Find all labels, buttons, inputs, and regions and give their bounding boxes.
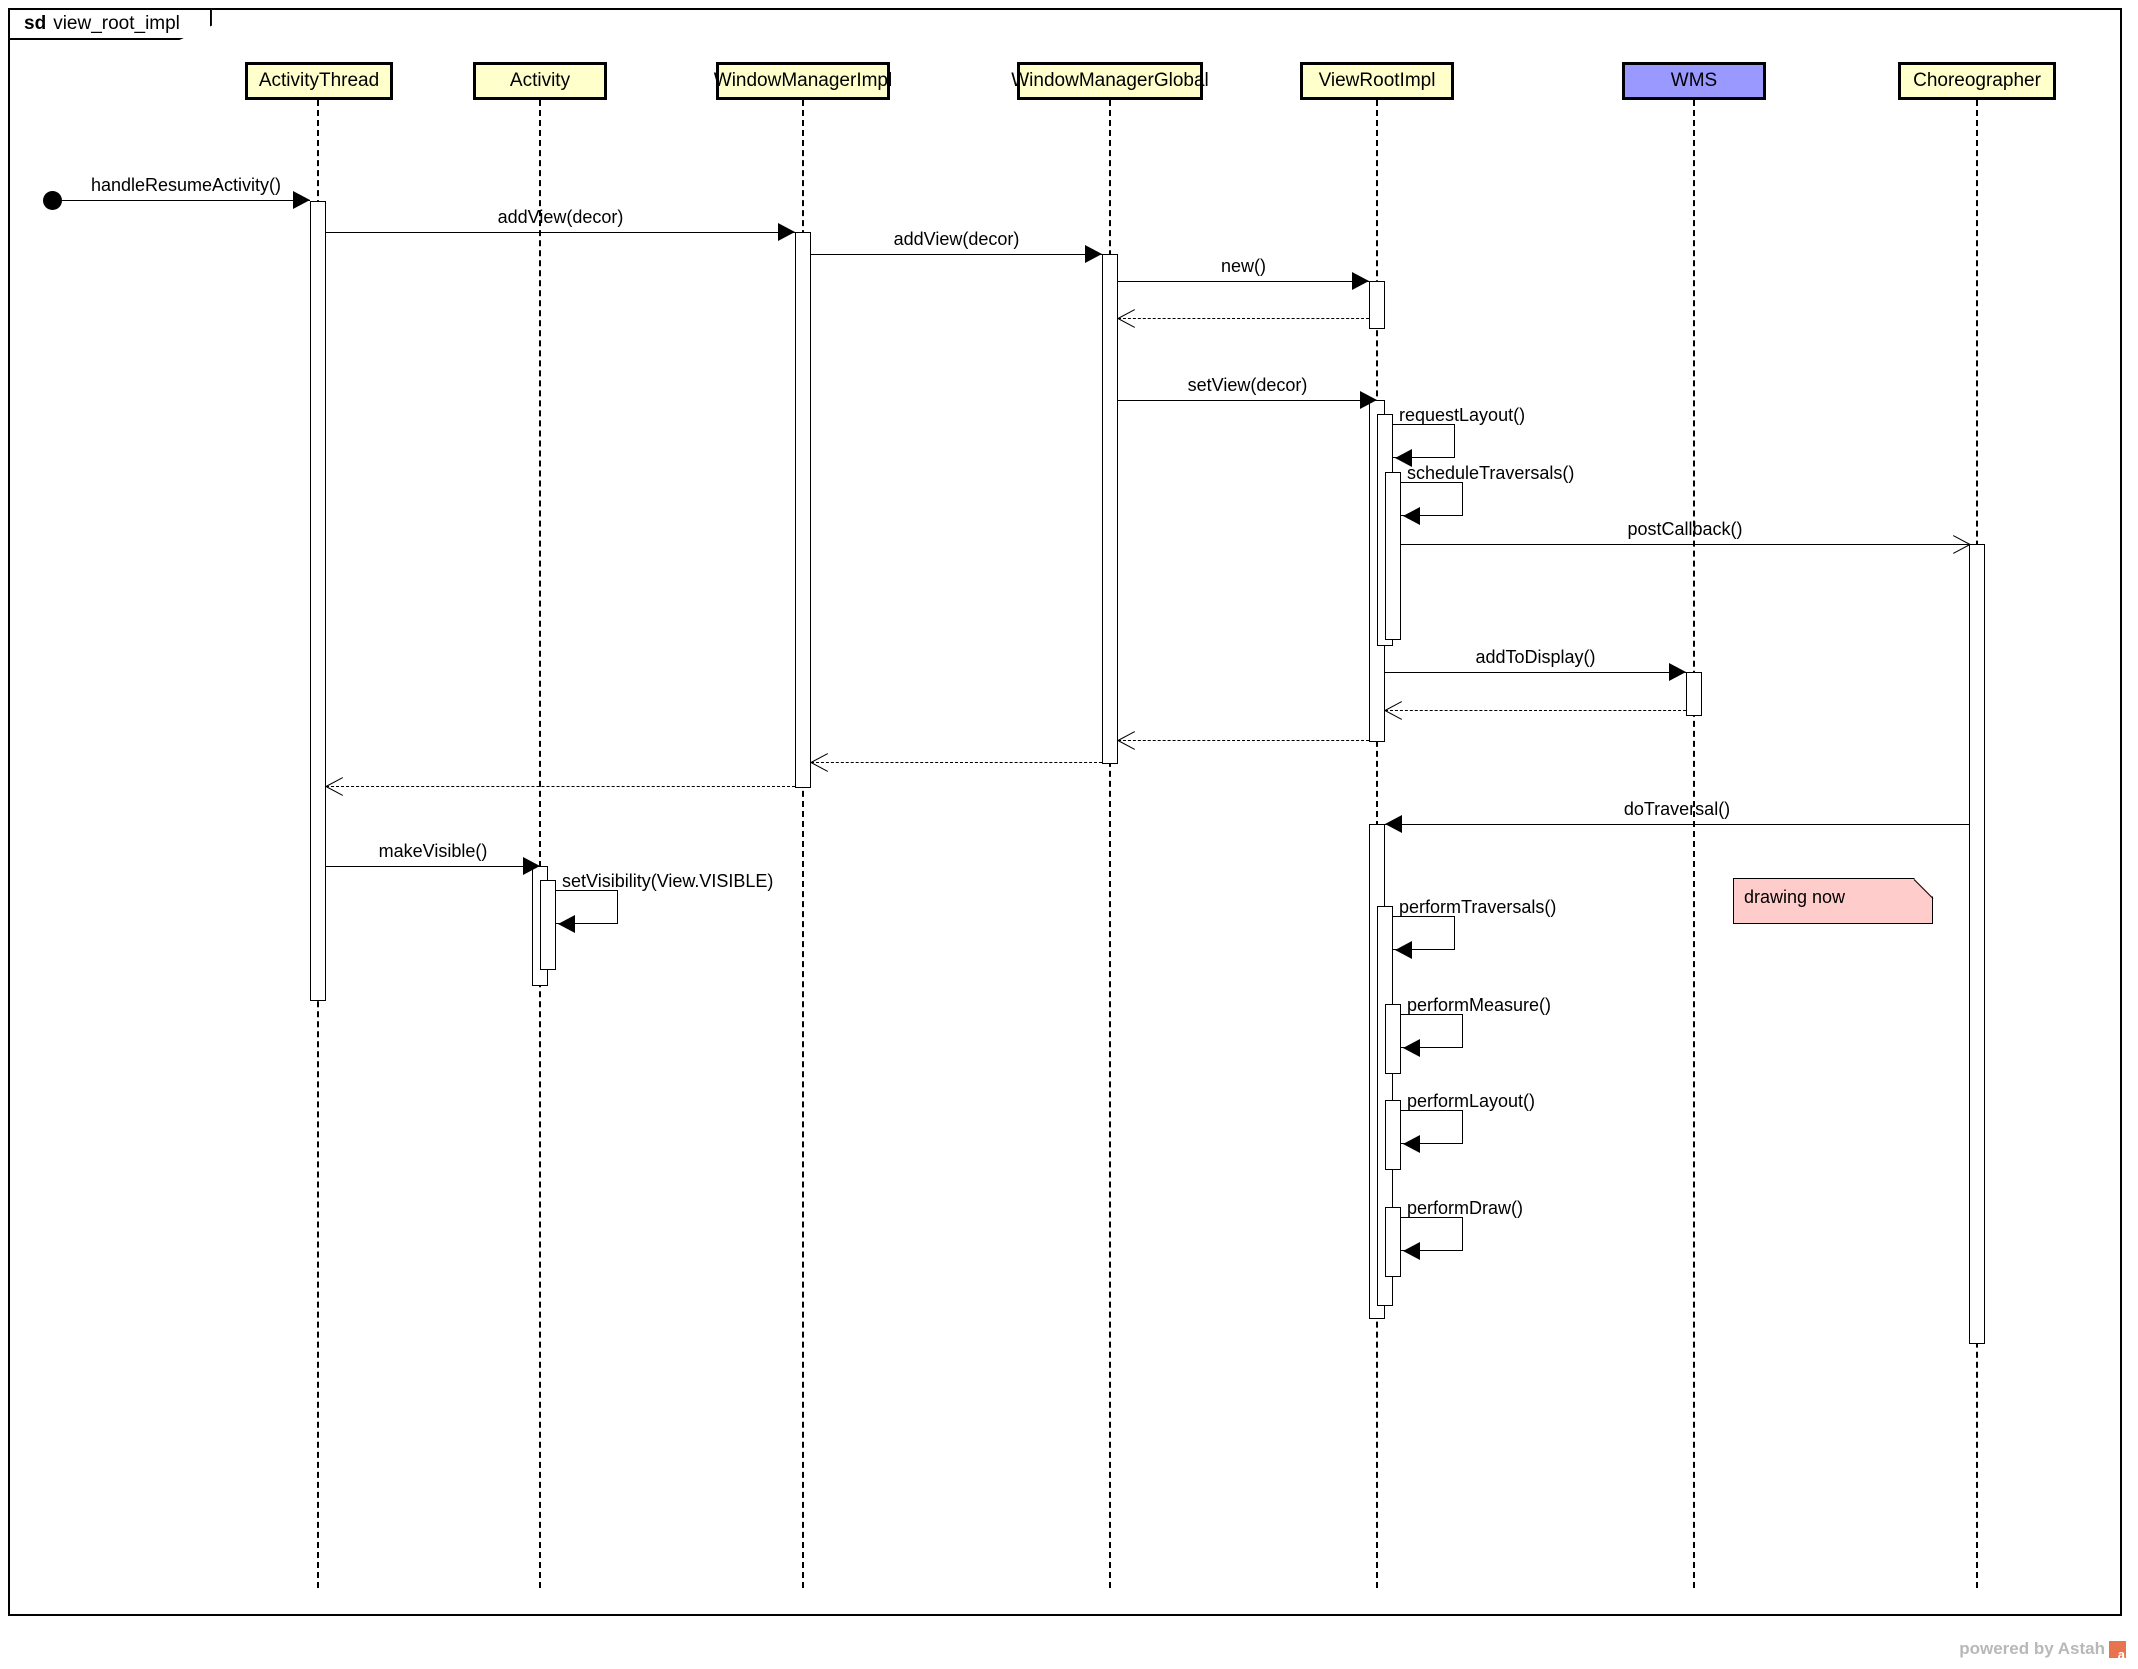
lifeline-head-viewrootimpl[interactable]: ViewRootImpl — [1300, 62, 1454, 100]
sequence-diagram-canvas: sd view_root_impl ActivityThread Activity… — [0, 0, 2138, 1669]
message-label-m7: requestLayout() — [1399, 405, 1526, 425]
lifeline-head-windowmanagerimpl[interactable]: WindowManagerImpl — [713, 62, 893, 100]
lifeline-stem-wms — [1693, 100, 1695, 1588]
message-label-m1: handleResumeActivity() — [90, 175, 282, 195]
message-label-m6: setView(decor) — [1187, 375, 1308, 395]
arrowhead-icon — [558, 915, 575, 933]
message-line-m13 — [811, 762, 1102, 763]
message-label-m3: addView(decor) — [893, 229, 1020, 249]
message-label-m21: performDraw() — [1407, 1198, 1524, 1218]
message-label-m17: setVisibility(View.VISIBLE) — [562, 871, 774, 891]
note-text: drawing now — [1744, 887, 1846, 907]
arrowhead-icon — [1385, 701, 1403, 721]
message-line-m12 — [1118, 740, 1369, 741]
activation-bar-viewrootimpl — [1385, 472, 1401, 640]
activation-bar-viewrootimpl — [1385, 1207, 1401, 1277]
arrowhead-icon — [523, 857, 540, 875]
message-label-m10: addToDisplay() — [1475, 647, 1596, 667]
arrowhead-icon — [1385, 815, 1402, 833]
lifeline-head-activity[interactable]: Activity — [473, 62, 607, 100]
message-label-m19: performMeasure() — [1407, 995, 1552, 1015]
message-line-m5 — [1118, 318, 1369, 319]
activation-bar-windowmanagerimpl — [795, 232, 811, 788]
message-label-m15: doTraversal() — [1623, 799, 1731, 819]
lifeline-label: WMS — [1670, 70, 1718, 91]
message-line-m3 — [811, 254, 1102, 255]
message-label-m16: makeVisible() — [378, 841, 488, 861]
message-line-m2 — [326, 232, 795, 233]
arrowhead-icon — [1403, 507, 1420, 525]
arrowhead-icon — [1352, 272, 1369, 290]
astah-logo-icon — [2109, 1640, 2126, 1661]
message-line-m14 — [326, 786, 795, 787]
activation-bar-viewrootimpl — [1385, 1100, 1401, 1170]
astah-credit: powered by Astah — [1959, 1639, 2126, 1661]
activation-bar-viewrootimpl — [1369, 281, 1385, 329]
activation-bar-windowmanagerglobal — [1102, 254, 1118, 764]
message-label-m18: performTraversals() — [1399, 897, 1557, 917]
lifeline-head-activitythread[interactable]: ActivityThread — [245, 62, 393, 100]
arrowhead-icon — [1951, 535, 1969, 555]
arrowhead-icon — [1118, 309, 1136, 329]
lifeline-label: Choreographer — [1913, 70, 2041, 91]
lifeline-label: WindowManagerGlobal — [1011, 70, 1209, 91]
lifeline-head-windowmanagerglobal[interactable]: WindowManagerGlobal — [1011, 62, 1209, 100]
arrowhead-icon — [293, 191, 310, 209]
arrowhead-icon — [326, 777, 344, 797]
frame-kind-label: sd — [24, 13, 47, 34]
arrowhead-icon — [1403, 1039, 1420, 1057]
lifeline-stem-activity — [539, 100, 541, 1588]
frame-name-label: view_root_impl — [53, 13, 180, 34]
lifeline-head-choreographer[interactable]: Choreographer — [1898, 62, 2056, 100]
arrowhead-icon — [778, 223, 795, 241]
arrowhead-icon — [1085, 245, 1102, 263]
lifeline-label: Activity — [509, 70, 571, 91]
message-label-m8: scheduleTraversals() — [1407, 463, 1575, 483]
note-n1: drawing now — [1733, 878, 1933, 924]
message-label-m9: postCallback() — [1627, 519, 1743, 539]
activation-bar-activitythread — [310, 201, 326, 1001]
arrowhead-icon — [1360, 391, 1377, 409]
message-line-m15 — [1385, 824, 1969, 825]
frame-label: sd view_root_impl — [8, 8, 212, 40]
arrowhead-icon — [1403, 1242, 1420, 1260]
message-line-m10 — [1385, 672, 1686, 673]
arrowhead-icon — [1395, 941, 1412, 959]
arrowhead-icon — [1403, 1135, 1420, 1153]
message-line-m16 — [326, 866, 540, 867]
lifeline-label: WindowManagerImpl — [713, 70, 893, 91]
message-label-m4: new() — [1220, 256, 1267, 276]
message-label-m2: addView(decor) — [497, 207, 624, 227]
message-line-m6 — [1118, 400, 1377, 401]
lifeline-head-wms[interactable]: WMS — [1622, 62, 1766, 100]
message-label-m20: performLayout() — [1407, 1091, 1536, 1111]
activation-bar-viewrootimpl — [1385, 1004, 1401, 1074]
activation-bar-wms — [1686, 672, 1702, 716]
arrowhead-icon — [811, 753, 829, 773]
lifeline-label: ActivityThread — [258, 70, 380, 91]
arrowhead-icon — [1118, 731, 1136, 751]
message-line-m11 — [1385, 710, 1686, 711]
message-line-m4 — [1118, 281, 1369, 282]
arrowhead-icon — [1669, 663, 1686, 681]
activation-bar-choreographer — [1969, 544, 1985, 1344]
activation-bar-activity — [540, 880, 556, 970]
astah-credit-label: powered by Astah — [1959, 1639, 2105, 1658]
lifeline-label: ViewRootImpl — [1318, 70, 1436, 91]
message-line-m9 — [1401, 544, 1969, 545]
found-message-start-dot — [43, 191, 62, 210]
message-line-m1 — [62, 200, 310, 201]
